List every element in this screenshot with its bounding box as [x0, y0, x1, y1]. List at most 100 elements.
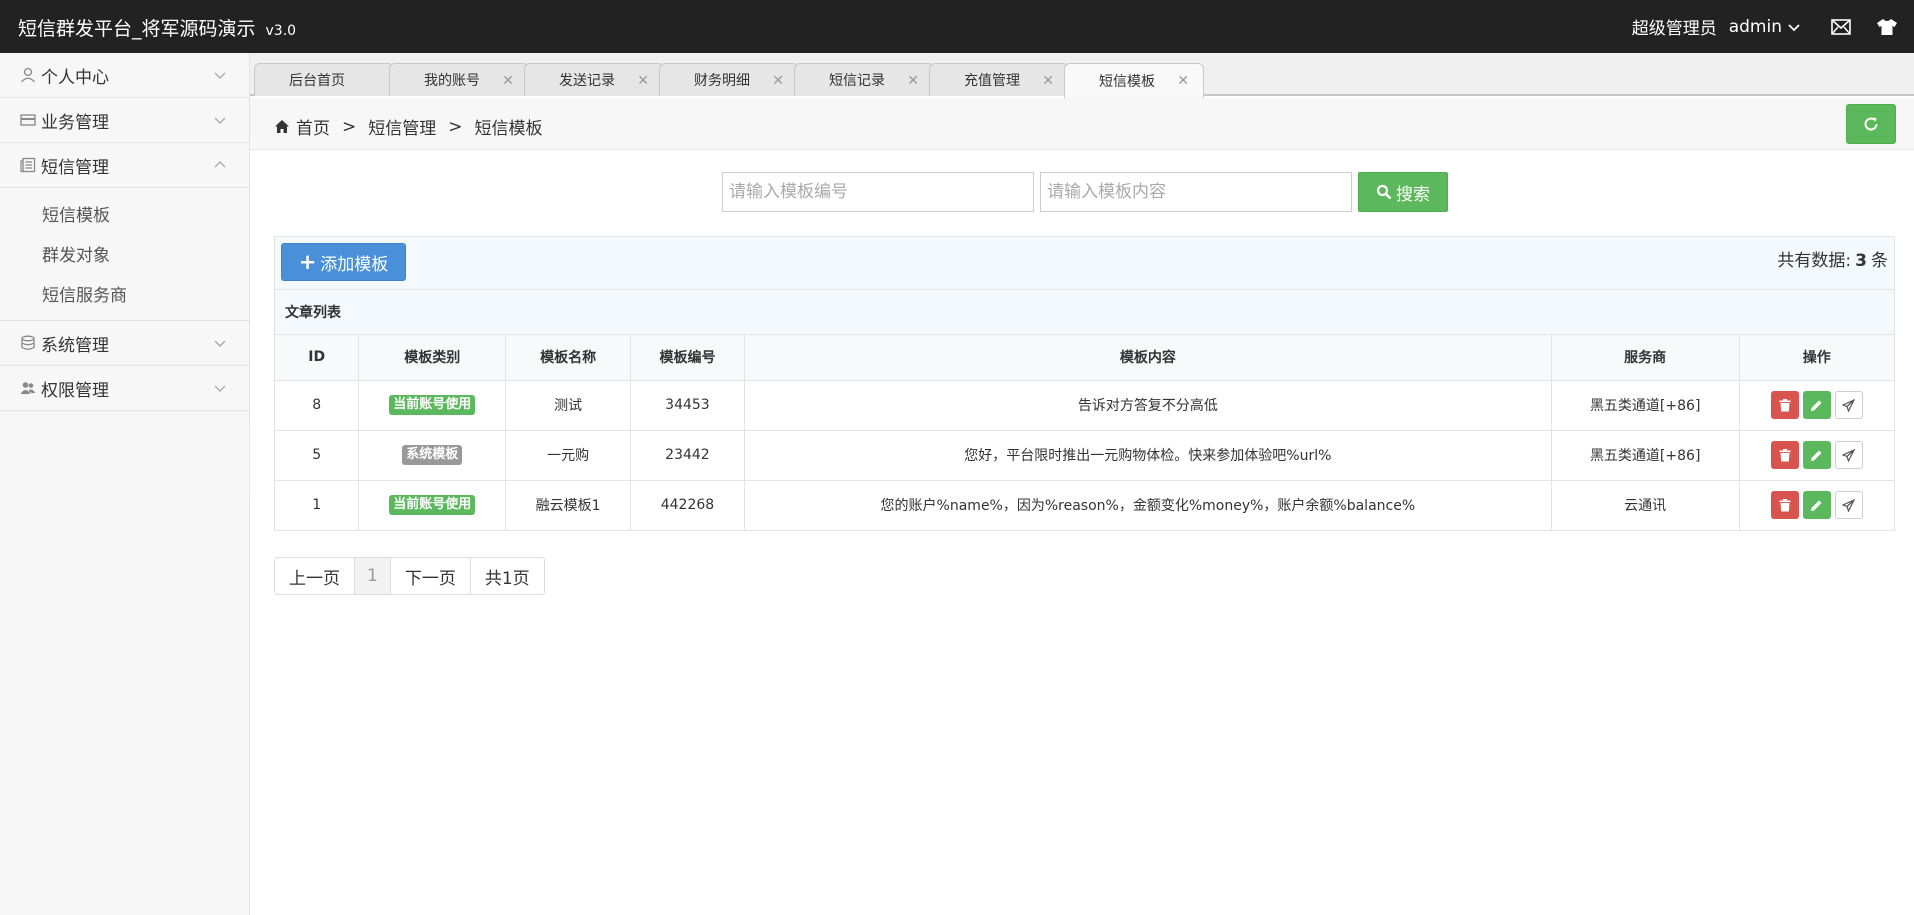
- breadcrumb-home[interactable]: 首页: [296, 114, 330, 139]
- cell-code: 34453: [630, 380, 745, 431]
- send-button[interactable]: [1834, 441, 1863, 469]
- template-content-input[interactable]: [1040, 172, 1352, 212]
- sidebar-item-label: 业务管理: [41, 112, 109, 133]
- sidebar-item-permissions[interactable]: 权限管理: [0, 366, 249, 411]
- table-row: 8 当前账号使用 测试 34453 告诉对方答复不分高低 黑五类通道[+86]: [275, 380, 1894, 431]
- cell-id: 5: [275, 430, 360, 481]
- close-icon[interactable]: ✕: [502, 73, 514, 89]
- breadcrumb-separator: >: [448, 116, 463, 137]
- breadcrumb-section[interactable]: 短信管理: [368, 114, 436, 139]
- close-icon[interactable]: ✕: [1042, 73, 1054, 89]
- sidebar-item-label: 权限管理: [41, 380, 109, 401]
- cell-category: 当前账号使用: [358, 380, 507, 431]
- chevron-down-icon: [214, 72, 226, 79]
- app-version: v3.0: [265, 23, 297, 39]
- tab-sms-records[interactable]: 短信记录 ✕: [794, 63, 934, 96]
- cell-name: 融云模板1: [505, 480, 631, 530]
- sidebar-item-business[interactable]: 业务管理: [0, 98, 249, 143]
- search-icon: [1376, 184, 1392, 200]
- sidebar-item-label: 个人中心: [41, 67, 109, 88]
- send-button[interactable]: [1834, 391, 1863, 419]
- plus-icon: +: [298, 250, 317, 274]
- sidebar-subitem-targets[interactable]: 群发对象: [0, 236, 249, 276]
- refresh-button[interactable]: [1846, 104, 1896, 144]
- tab-label: 充值管理: [964, 73, 1020, 89]
- news-icon: [20, 157, 36, 173]
- users-icon: [20, 382, 36, 394]
- table-title: 文章列表: [275, 290, 1894, 335]
- delete-button[interactable]: [1770, 391, 1799, 419]
- category-badge: 当前账号使用: [389, 395, 476, 415]
- breadcrumb: 首页 > 短信管理 > 短信模板: [274, 114, 543, 139]
- trash-icon: [1779, 448, 1791, 461]
- cell-category: 系统模板: [358, 430, 507, 481]
- current-page: 1: [355, 558, 391, 594]
- trash-icon: [1779, 398, 1791, 411]
- cell-content: 告诉对方答复不分高低: [744, 380, 1552, 431]
- tab-recharge[interactable]: 充值管理 ✕: [929, 63, 1069, 96]
- database-icon: [21, 335, 35, 350]
- category-badge: 系统模板: [402, 445, 463, 465]
- edit-button[interactable]: [1802, 491, 1831, 520]
- cell-actions: [1739, 380, 1894, 431]
- total-suffix: 条: [1871, 251, 1888, 271]
- search-button[interactable]: 搜索: [1358, 172, 1448, 212]
- sidebar-item-label: 短信管理: [41, 157, 109, 178]
- column-header-code: 模板编号: [630, 335, 745, 381]
- cell-category: 当前账号使用: [358, 480, 507, 530]
- sidebar: 个人中心 业务管理 短信管理 短信模板 群发对象 短信服务商 系统管理 权限管理: [0, 53, 250, 915]
- delete-button[interactable]: [1770, 491, 1799, 520]
- chevron-down-icon: [214, 385, 226, 392]
- sidebar-item-label: 系统管理: [41, 335, 109, 356]
- chevron-up-icon: [214, 161, 226, 168]
- tab-label: 短信记录: [829, 73, 885, 89]
- mail-icon[interactable]: [1818, 0, 1864, 53]
- close-icon[interactable]: ✕: [1177, 73, 1189, 89]
- table-row: 5 系统模板 一元购 23442 您好，平台限时推出一元购物体检。快来参加体验吧…: [275, 430, 1894, 481]
- tab-bar: 后台首页 我的账号 ✕ 发送记录 ✕ 财务明细 ✕ 短信记录 ✕ 充值管理 ✕ …: [250, 53, 1914, 98]
- breadcrumb-bar: 首页 > 短信管理 > 短信模板: [250, 98, 1914, 150]
- refresh-icon: [1864, 117, 1878, 131]
- sidebar-item-personal[interactable]: 个人中心: [0, 53, 249, 98]
- prev-page-button[interactable]: 上一页: [275, 558, 355, 594]
- total-count: 共有数据: 3 条: [1777, 246, 1888, 271]
- cell-name: 测试: [505, 380, 631, 431]
- column-header-content: 模板内容: [744, 335, 1552, 381]
- cell-code: 442268: [630, 480, 745, 530]
- column-header-id: ID: [275, 335, 360, 381]
- category-badge: 当前账号使用: [389, 495, 476, 516]
- edit-button[interactable]: [1802, 391, 1831, 419]
- user-menu[interactable]: admin: [1729, 17, 1802, 37]
- cell-actions: [1739, 430, 1894, 481]
- tab-dashboard[interactable]: 后台首页: [254, 63, 394, 96]
- cell-id: 8: [275, 380, 360, 431]
- page-total: 共1页: [484, 568, 530, 589]
- tab-label: 财务明细: [694, 73, 750, 89]
- tab-send-records[interactable]: 发送记录 ✕: [524, 63, 664, 96]
- close-icon[interactable]: ✕: [772, 73, 784, 89]
- tab-sms-templates[interactable]: 短信模板 ✕: [1064, 63, 1204, 98]
- username: admin: [1728, 16, 1782, 37]
- close-icon[interactable]: ✕: [907, 73, 919, 89]
- column-header-provider: 服务商: [1551, 335, 1740, 381]
- close-icon[interactable]: ✕: [637, 73, 649, 89]
- top-navbar: 短信群发平台_将军源码演示 v3.0 超级管理员 admin: [0, 0, 1914, 53]
- send-button[interactable]: [1834, 491, 1863, 520]
- chevron-down-icon: [214, 117, 226, 124]
- tab-finance[interactable]: 财务明细 ✕: [659, 63, 799, 96]
- edit-button[interactable]: [1802, 441, 1831, 469]
- sidebar-item-sms[interactable]: 短信管理: [0, 143, 249, 188]
- sidebar-subitem-templates[interactable]: 短信模板: [0, 196, 249, 236]
- brand[interactable]: 短信群发平台_将军源码演示 v3.0: [18, 14, 296, 41]
- tab-my-account[interactable]: 我的账号 ✕: [389, 63, 529, 96]
- card-icon: [20, 114, 36, 126]
- next-page-button[interactable]: 下一页: [391, 558, 471, 594]
- add-template-button[interactable]: + 添加模板: [281, 243, 406, 281]
- delete-button[interactable]: [1770, 441, 1799, 469]
- user-icon: [21, 67, 35, 83]
- template-code-input[interactable]: [722, 172, 1034, 212]
- tab-label: 发送记录: [559, 73, 615, 89]
- sidebar-subitem-providers[interactable]: 短信服务商: [0, 276, 249, 316]
- sidebar-item-system[interactable]: 系统管理: [0, 321, 249, 366]
- theme-icon[interactable]: [1864, 0, 1910, 53]
